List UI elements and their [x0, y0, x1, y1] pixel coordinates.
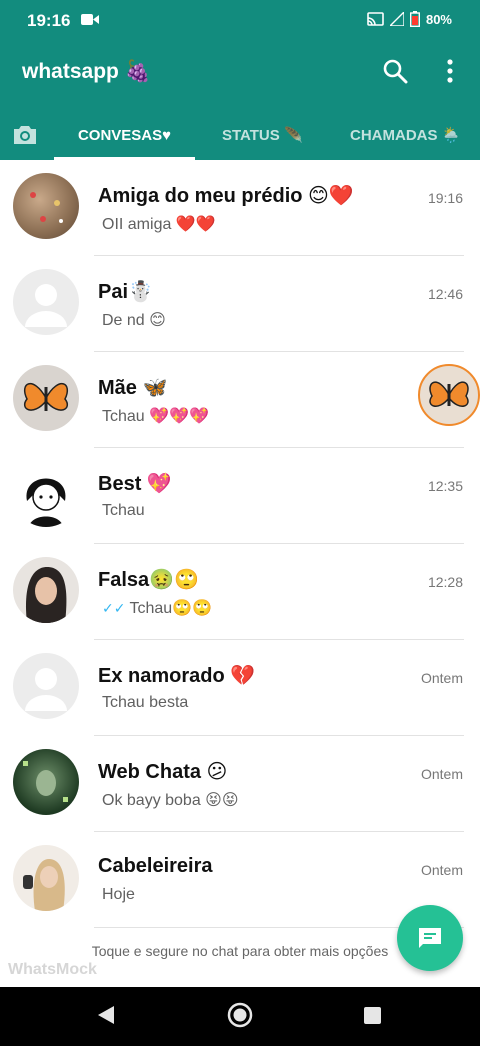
last-message-text: Tchau — [102, 502, 145, 519]
message-time: 19:16 — [427, 190, 463, 206]
chat-row[interactable]: Web Chata 😕 Ok bayy boba 😝😝 Ontem — [0, 736, 480, 832]
app-bar: whatsapp 🍇 CONVESAS♥ STATUS 🪶 CHAMADAS 🌦… — [0, 40, 480, 160]
last-message-text: Ok bayy boba 😝😝 — [102, 792, 239, 809]
last-message: Tchau besta — [102, 694, 188, 712]
chat-row[interactable]: Mãe 🦋 Tchau 💖💖💖 — [0, 352, 480, 448]
recents-icon[interactable] — [363, 1006, 382, 1025]
status-icons: 80% — [367, 11, 452, 27]
signal-icon — [389, 12, 404, 26]
last-message: ✓✓ Tchau🙄🙄 — [102, 598, 212, 618]
double-check-icon: ✓✓ — [102, 599, 126, 616]
tab-conversas[interactable]: CONVESAS♥ — [54, 110, 195, 160]
butterfly-icon — [429, 381, 469, 407]
camera-icon — [14, 126, 36, 144]
video-record-icon — [81, 14, 99, 25]
chat-head-bubble[interactable] — [418, 364, 480, 426]
avatar — [13, 845, 79, 911]
contact-name: Pai☃️ — [98, 281, 153, 303]
tab-chamadas-label: CHAMADAS 🌦️ — [350, 127, 461, 144]
tab-conversas-label: CONVESAS♥ — [77, 126, 172, 144]
system-nav-bar — [0, 987, 480, 1046]
tab-chamadas[interactable]: CHAMADAS 🌦️ — [350, 110, 480, 160]
default-avatar-icon — [13, 653, 79, 719]
tab-bar: CONVESAS♥ STATUS 🪶 CHAMADAS 🌦️ — [0, 110, 480, 160]
avatar — [13, 173, 79, 239]
last-message-text: OII amiga ❤️❤️ — [102, 216, 216, 233]
message-time: Ontem — [420, 670, 463, 686]
last-message: OII amiga ❤️❤️ — [102, 214, 216, 234]
battery-icon — [409, 11, 420, 27]
chat-row[interactable]: Pai☃️ De nd 😊 12:46 — [0, 256, 480, 352]
cast-icon — [367, 12, 384, 26]
message-time: Ontem — [420, 862, 463, 878]
avatar — [13, 461, 79, 527]
contact-name: Ex namorado 💔 — [98, 665, 256, 687]
last-message-text: Tchau besta — [102, 694, 189, 711]
contact-name: Cabeleireira — [98, 855, 213, 877]
battery-percent: 80% — [425, 11, 452, 27]
last-message-text: Tchau🙄🙄 — [129, 600, 213, 617]
default-avatar-icon — [13, 269, 79, 335]
chat-list: Amiga do meu prédio 😊❤️ OII amiga ❤️❤️ 1… — [0, 160, 480, 928]
message-time: 12:35 — [427, 478, 463, 494]
last-message-text: Tchau 💖💖💖 — [102, 408, 209, 425]
chat-row[interactable]: Falsa🤢🙄 ✓✓ Tchau🙄🙄 12:28 — [0, 544, 480, 640]
home-icon[interactable] — [227, 1002, 253, 1028]
avatar — [13, 365, 79, 431]
contact-name: Mãe 🦋 — [98, 377, 168, 399]
last-message: De nd 😊 — [102, 310, 166, 330]
message-time: 12:46 — [427, 286, 463, 302]
tab-status[interactable]: STATUS 🪶 — [222, 110, 342, 160]
watermark: WhatsMock — [8, 961, 97, 978]
avatar — [13, 749, 79, 815]
message-time: 12:28 — [427, 574, 463, 590]
status-time: 19:16 — [27, 11, 71, 30]
contact-name: Best 💖 — [98, 473, 172, 495]
last-message: Tchau 💖💖💖 — [102, 406, 209, 426]
more-vert-icon[interactable] — [440, 58, 460, 84]
last-message: Hoje — [102, 886, 135, 904]
avatar — [13, 557, 79, 623]
contact-name: Falsa🤢🙄 — [98, 569, 199, 591]
message-time: Ontem — [420, 766, 463, 782]
tab-camera[interactable] — [12, 110, 42, 160]
status-bar: 19:16 80% — [0, 0, 480, 40]
search-icon[interactable] — [382, 58, 408, 84]
chat-row[interactable]: Best 💖 Tchau 12:35 — [0, 448, 480, 544]
contact-name: Amiga do meu prédio 😊❤️ — [98, 185, 354, 207]
back-icon[interactable] — [96, 1004, 116, 1026]
last-message-text: Hoje — [102, 886, 135, 903]
chat-row[interactable]: Ex namorado 💔 Tchau besta Ontem — [0, 640, 480, 736]
new-chat-icon — [419, 928, 441, 948]
new-chat-button[interactable] — [397, 905, 463, 971]
contact-name: Web Chata 😕 — [98, 761, 228, 783]
last-message: Tchau — [102, 502, 145, 520]
app-title: whatsapp 🍇 — [22, 60, 151, 83]
chat-row[interactable]: Amiga do meu prédio 😊❤️ OII amiga ❤️❤️ 1… — [0, 160, 480, 256]
tab-status-label: STATUS 🪶 — [222, 127, 303, 144]
last-message: Ok bayy boba 😝😝 — [102, 790, 239, 810]
last-message-text: De nd 😊 — [102, 312, 166, 329]
